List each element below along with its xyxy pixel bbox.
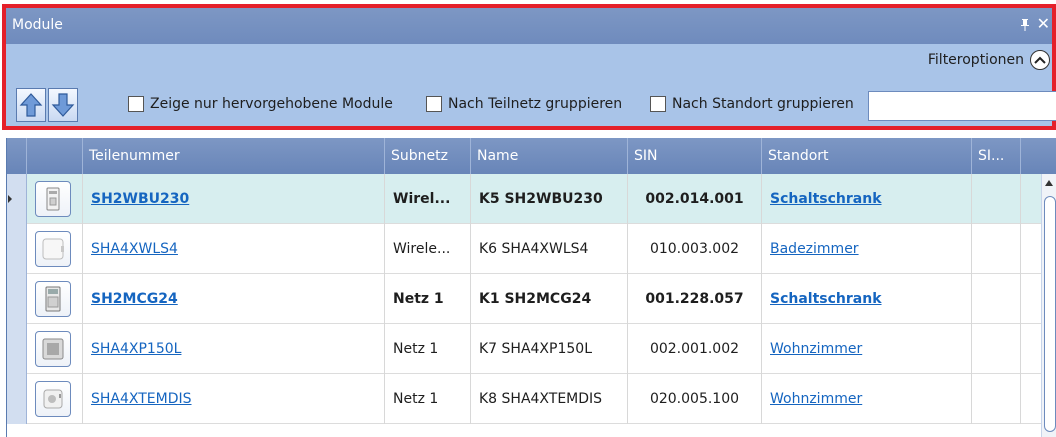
current-row-arrow-icon [8,195,12,203]
close-icon[interactable]: ✕ [1037,14,1050,33]
sin-cell: 010.003.002 [628,224,762,274]
group-location-label: Nach Standort gruppieren [672,96,854,112]
name-cell: K5 SH2WBU230 [471,174,628,224]
name-cell: K8 SHA4XTEMDIS [471,374,628,424]
si-cell [972,374,1021,424]
location-link[interactable]: Wohnzimmer [762,324,972,374]
location-link[interactable]: Schaltschrank [762,174,972,224]
dimmer-icon [35,331,71,367]
scroll-up-icon[interactable] [1045,180,1053,186]
column-header-si[interactable]: SI... [972,138,1021,174]
thermostat-display-icon [35,381,71,417]
part-number-link[interactable]: SHA4XP150L [83,324,385,374]
device-icon-cell [27,224,83,274]
part-number-link[interactable]: SH2MCG24 [83,274,385,324]
group-location-checkbox[interactable] [650,96,666,112]
device-icon-cell [27,374,83,424]
row-indicator [7,174,27,224]
filter-options-label: Filteroptionen [927,52,1024,68]
group-location-option[interactable]: Nach Standort gruppieren [650,96,854,112]
group-subnet-checkbox[interactable] [426,96,442,112]
group-subnet-option[interactable]: Nach Teilnetz gruppieren [426,96,622,112]
subnet-cell: Wirele... [385,224,471,274]
column-header-sin[interactable]: SIN [628,138,762,174]
row-indicator [7,274,27,324]
column-header-location[interactable]: Standort [762,138,972,174]
table-header: Teilenummer Subnetz Name SIN Standort SI… [7,138,1056,174]
move-down-button[interactable] [48,88,78,122]
table-row[interactable]: SH2WBU230 Wirel... K5 SH2WBU230 002.014.… [7,174,1041,224]
modules-table: Teilenummer Subnetz Name SIN Standort SI… [6,138,1056,437]
highlighted-only-label: Zeige nur hervorgehobene Module [150,96,393,112]
pin-icon[interactable] [1020,18,1030,35]
location-link[interactable]: Wohnzimmer [762,374,972,424]
wall-switch-icon [35,231,71,267]
part-number-link[interactable]: SH2WBU230 [83,174,385,224]
subnet-cell: Netz 1 [385,374,471,424]
sin-cell: 002.014.001 [628,174,762,224]
column-header-subnet[interactable]: Subnetz [385,138,471,174]
column-header-part-number[interactable]: Teilenummer [83,138,385,174]
device-icon-cell [27,324,83,374]
subnet-cell: Wirel... [385,174,471,224]
name-cell: K7 SHA4XP150L [471,324,628,374]
chevron-up-icon[interactable] [1030,50,1050,70]
location-link[interactable]: Badezimmer [762,224,972,274]
row-indicator [7,374,27,424]
highlighted-only-checkbox[interactable] [128,96,144,112]
name-cell: K1 SH2MCG24 [471,274,628,324]
part-number-link[interactable]: SHA4XWLS4 [83,224,385,274]
row-indicator-header [7,138,27,174]
filter-options-toggle[interactable]: Filteroptionen [928,50,1050,70]
column-header-name[interactable]: Name [471,138,628,174]
part-number-link[interactable]: SHA4XTEMDIS [83,374,385,424]
highlighted-only-option[interactable]: Zeige nur hervorgehobene Module [128,96,393,112]
power-module-icon [35,181,71,217]
sin-cell: 002.001.002 [628,324,762,374]
vertical-scrollbar[interactable] [1041,174,1056,437]
sin-cell: 001.228.057 [628,274,762,324]
si-cell [972,174,1021,224]
table-row[interactable]: SHA4XTEMDIS Netz 1 K8 SHA4XTEMDIS 020.00… [7,374,1041,424]
subnet-cell: Netz 1 [385,274,471,324]
scrollbar-thumb[interactable] [1044,196,1056,432]
device-icon-cell [27,274,83,324]
location-link[interactable]: Schaltschrank [762,274,972,324]
sin-cell: 020.005.100 [628,374,762,424]
module-panel: Module ✕ Filteroptionen Zeige nur hervor… [2,4,1056,130]
row-indicator [7,224,27,274]
row-indicator [7,324,27,374]
si-cell [972,224,1021,274]
move-up-button[interactable] [16,88,46,122]
table-row[interactable]: SHA4XWLS4 Wirele... K6 SHA4XWLS4 010.003… [7,224,1041,274]
arrow-up-icon [19,93,43,117]
header-filler [1021,138,1056,174]
gateway-module-icon [35,281,71,317]
arrow-down-icon [51,93,75,117]
si-cell [972,274,1021,324]
icon-column-header [27,138,83,174]
table-row[interactable]: SH2MCG24 Netz 1 K1 SH2MCG24 001.228.057 … [7,274,1041,324]
filter-text-input[interactable] [868,91,1056,121]
subnet-cell: Netz 1 [385,324,471,374]
group-subnet-label: Nach Teilnetz gruppieren [448,96,623,112]
table-row[interactable]: SHA4XP150L Netz 1 K7 SHA4XP150L 002.001.… [7,324,1041,374]
panel-title: Module [12,17,63,33]
name-cell: K6 SHA4XWLS4 [471,224,628,274]
panel-titlebar: Module ✕ [6,8,1052,44]
device-icon-cell [27,174,83,224]
si-cell [972,324,1021,374]
